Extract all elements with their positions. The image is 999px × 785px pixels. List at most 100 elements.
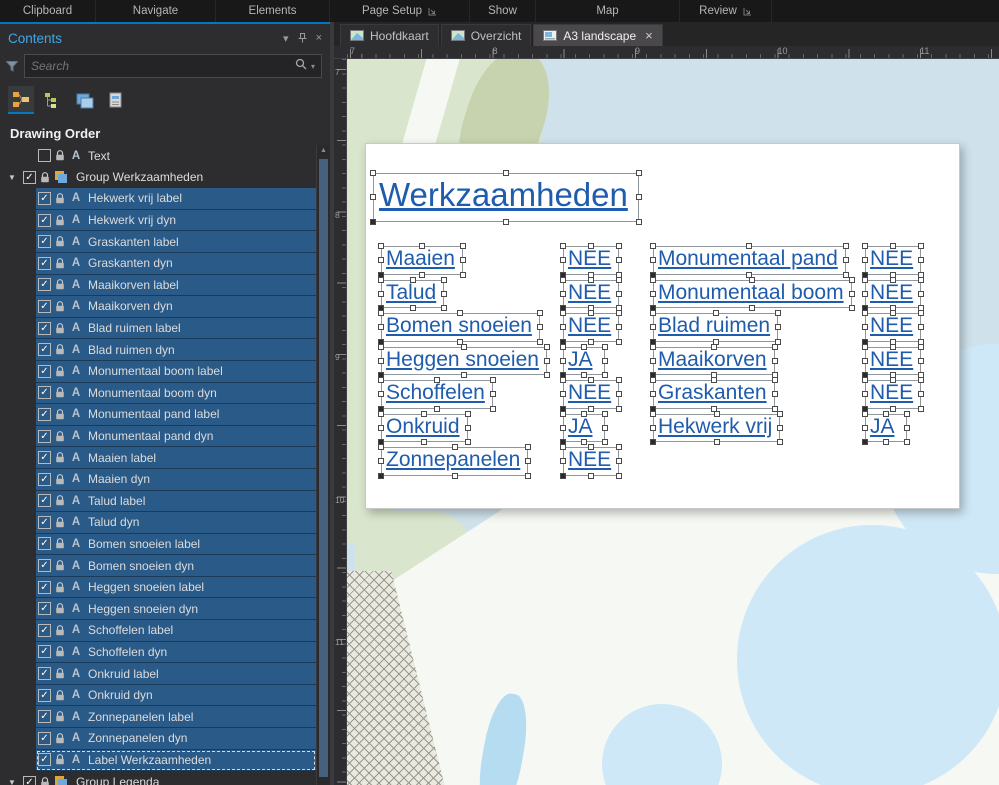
selection-handle-se[interactable] (543, 372, 550, 379)
lock-icon[interactable] (55, 538, 65, 549)
visibility-checkbox[interactable]: ✓ (38, 278, 51, 292)
selection-handle-s[interactable] (713, 439, 720, 446)
view-tab-overzicht[interactable]: Overzicht (440, 24, 532, 46)
tree-item-maaikorven-dyn[interactable]: ✓ A Maaikorven dyn (36, 296, 316, 318)
selection-handle-n[interactable] (749, 276, 756, 283)
lock-icon[interactable] (40, 776, 50, 785)
selection-handle-nw[interactable] (862, 343, 868, 350)
selection-handle-s[interactable] (883, 439, 889, 446)
value-text-onkruid[interactable]: JA (560, 410, 608, 446)
selection-handle-nw[interactable] (378, 343, 384, 350)
selection-handle-se[interactable] (848, 305, 855, 312)
selection-handle-sw[interactable] (650, 439, 656, 446)
selection-handle-e[interactable] (777, 424, 784, 431)
label-text-talud[interactable]: Talud (378, 276, 448, 312)
selection-handle-s[interactable] (581, 439, 587, 446)
selection-handle-n[interactable] (890, 276, 897, 283)
visibility-checkbox[interactable]: ✓ (38, 472, 51, 486)
tree-item-schoffelen-label[interactable]: ✓ A Schoffelen label (36, 620, 316, 642)
selection-handle-n[interactable] (588, 377, 595, 383)
value-text-schoffelen[interactable]: NEE (560, 377, 623, 412)
list-by-element-type-icon[interactable] (40, 86, 66, 114)
selection-handle-w[interactable] (650, 424, 656, 431)
ribbon-group-label[interactable]: Navigate (133, 5, 178, 17)
selection-handle-s[interactable] (418, 271, 425, 278)
selection-handle-e[interactable] (464, 424, 471, 431)
selection-handle-ne[interactable] (536, 310, 543, 316)
selection-handle-nw[interactable] (560, 377, 566, 383)
selection-handle-e[interactable] (918, 257, 925, 264)
selection-handle-nw[interactable] (560, 410, 566, 417)
selection-handle-e[interactable] (616, 290, 623, 297)
dialog-launcher-icon[interactable] (428, 7, 437, 16)
selection-handle-se[interactable] (777, 439, 784, 446)
layout-page[interactable]: Werkzaamheden Maaien NEE Talud NEE Bomen snoe… (365, 143, 960, 509)
selection-handle-n[interactable] (409, 276, 416, 283)
selection-handle-ne[interactable] (616, 243, 623, 249)
visibility-checkbox[interactable]: ✓ (38, 235, 51, 249)
visibility-checkbox[interactable]: ✓ (38, 559, 51, 573)
visibility-checkbox[interactable]: ✓ (38, 688, 51, 702)
visibility-checkbox[interactable]: ✓ (38, 451, 51, 465)
selection-handle-nw[interactable] (378, 276, 384, 283)
tree-item-blad-ruimen-label[interactable]: ✓ A Blad ruimen label (36, 317, 316, 340)
lock-icon[interactable] (55, 387, 65, 398)
lock-icon[interactable] (55, 495, 65, 506)
selection-handle-s[interactable] (588, 338, 595, 345)
visibility-checkbox[interactable]: ✓ (38, 623, 51, 637)
selection-handle-nw[interactable] (378, 410, 384, 417)
visibility-checkbox[interactable]: ✓ (38, 364, 51, 378)
tree-item-heggen-snoeien-dyn[interactable]: ✓ A Heggen snoeien dyn (36, 598, 316, 621)
selection-handle-w[interactable] (560, 424, 566, 431)
layout-canvas[interactable]: Werkzaamheden Maaien NEE Talud NEE Bomen snoe… (347, 59, 999, 785)
selection-handle-w[interactable] (650, 391, 656, 398)
selection-handle-se[interactable] (602, 439, 608, 446)
tree-item-hekwerk-vrij-label[interactable]: ✓ A Hekwerk vrij label (36, 188, 316, 210)
selection-handle-nw[interactable] (650, 310, 656, 316)
lock-icon[interactable] (55, 603, 65, 614)
selection-handle-sw[interactable] (862, 439, 868, 446)
tree-item-schoffelen-dyn[interactable]: ✓ A Schoffelen dyn (36, 641, 316, 664)
selection-handle-e[interactable] (918, 324, 925, 331)
selection-handle-s[interactable] (502, 218, 509, 225)
filter-funnel-icon[interactable] (6, 60, 18, 72)
tree-item-blad-ruimen-dyn[interactable]: ✓ A Blad ruimen dyn (36, 339, 316, 361)
lock-icon[interactable] (55, 624, 65, 636)
selection-handle-e[interactable] (771, 357, 778, 364)
selection-handle-nw[interactable] (650, 276, 656, 283)
lock-icon[interactable] (55, 668, 65, 679)
selection-handle-se[interactable] (918, 405, 925, 412)
selection-handle-w[interactable] (560, 257, 566, 264)
tree-item-label-werkzaamheden[interactable]: ✓ A Label Werkzaamheden (36, 749, 316, 772)
selection-handle-ne[interactable] (616, 444, 623, 450)
selection-handle-w[interactable] (650, 324, 656, 331)
selection-handle-ne[interactable] (918, 243, 925, 249)
lock-icon[interactable] (55, 322, 65, 334)
lock-icon[interactable] (55, 517, 65, 528)
tree-item-zonnepanelen-dyn[interactable]: ✓ A Zonnepanelen dyn (36, 728, 316, 750)
selection-handle-nw[interactable] (378, 377, 384, 383)
tree-item-graskanten-label[interactable]: ✓ A Graskanten label (36, 231, 316, 253)
ribbon-group-label[interactable]: Show (488, 5, 517, 17)
selection-handle-n[interactable] (460, 343, 467, 350)
selection-handle-n[interactable] (421, 410, 428, 417)
visibility-checkbox[interactable]: ✓ (38, 407, 51, 421)
selection-handle-nw[interactable] (370, 170, 376, 176)
selection-handle-sw[interactable] (370, 218, 376, 225)
lock-icon[interactable] (55, 452, 65, 463)
scroll-up-icon[interactable]: ▲ (317, 147, 330, 154)
label-text-monumentaal-boom[interactable]: Monumentaal boom (650, 276, 855, 312)
lock-icon[interactable] (55, 193, 65, 204)
tree-item-group-legenda[interactable]: ▼ ✓ Group Legenda (8, 771, 316, 785)
selection-handle-ne[interactable] (635, 170, 642, 176)
tree-item-text[interactable]: A Text (36, 145, 316, 167)
list-by-drawing-order-icon[interactable] (8, 86, 34, 114)
selection-handle-nw[interactable] (650, 377, 656, 383)
selection-handle-ne[interactable] (777, 410, 784, 417)
selection-handle-se[interactable] (441, 305, 448, 312)
selection-handle-s[interactable] (460, 372, 467, 379)
selection-handle-w[interactable] (862, 424, 868, 431)
lock-icon[interactable] (55, 732, 65, 744)
selection-handle-ne[interactable] (904, 410, 910, 417)
selection-handle-n[interactable] (890, 343, 897, 350)
